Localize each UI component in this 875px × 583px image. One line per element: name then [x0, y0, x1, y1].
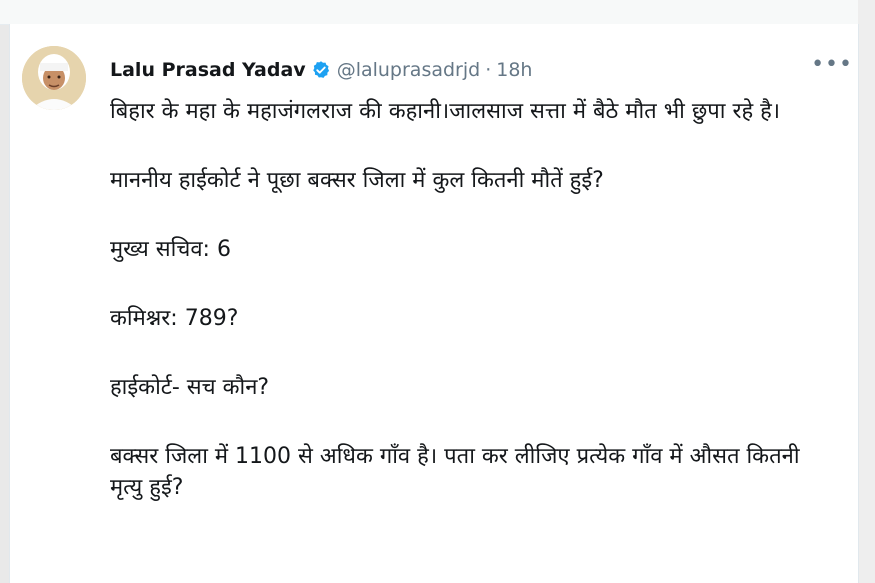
- tweet-text: बिहार के महा के महाजंगलराज की कहानी।जालस…: [110, 96, 830, 541]
- tweet-line-2: माननीय हाईकोर्ट ने पूछा बक्सर जिला में क…: [110, 168, 604, 193]
- tweet-line-1: बिहार के महा के महाजंगलराज की कहानी।जालस…: [110, 99, 781, 124]
- tweet-line-6: बक्सर जिला में 1100 से अधिक गाँव है। पता…: [110, 444, 800, 500]
- display-name[interactable]: Lalu Prasad Yadav: [110, 59, 306, 81]
- avatar[interactable]: [22, 46, 86, 110]
- tweet-header: Lalu Prasad Yadav @laluprasadrjd · 18h: [110, 55, 532, 85]
- tweet-line-4: कमिश्नर: 789?: [110, 306, 239, 331]
- more-options-icon[interactable]: •••: [811, 52, 853, 77]
- scrollbar[interactable]: [858, 0, 875, 583]
- verified-badge-icon: [311, 60, 331, 80]
- separator-dot: ·: [485, 59, 492, 81]
- timestamp[interactable]: 18h: [496, 59, 532, 81]
- tweet-line-3: मुख्य सचिव: 6: [110, 237, 231, 262]
- top-strip: [0, 0, 875, 25]
- tweet-line-5: हाईकोर्ट- सच कौन?: [110, 375, 270, 400]
- profile-photo-icon: [22, 46, 86, 110]
- user-handle[interactable]: @laluprasadrjd: [337, 59, 481, 81]
